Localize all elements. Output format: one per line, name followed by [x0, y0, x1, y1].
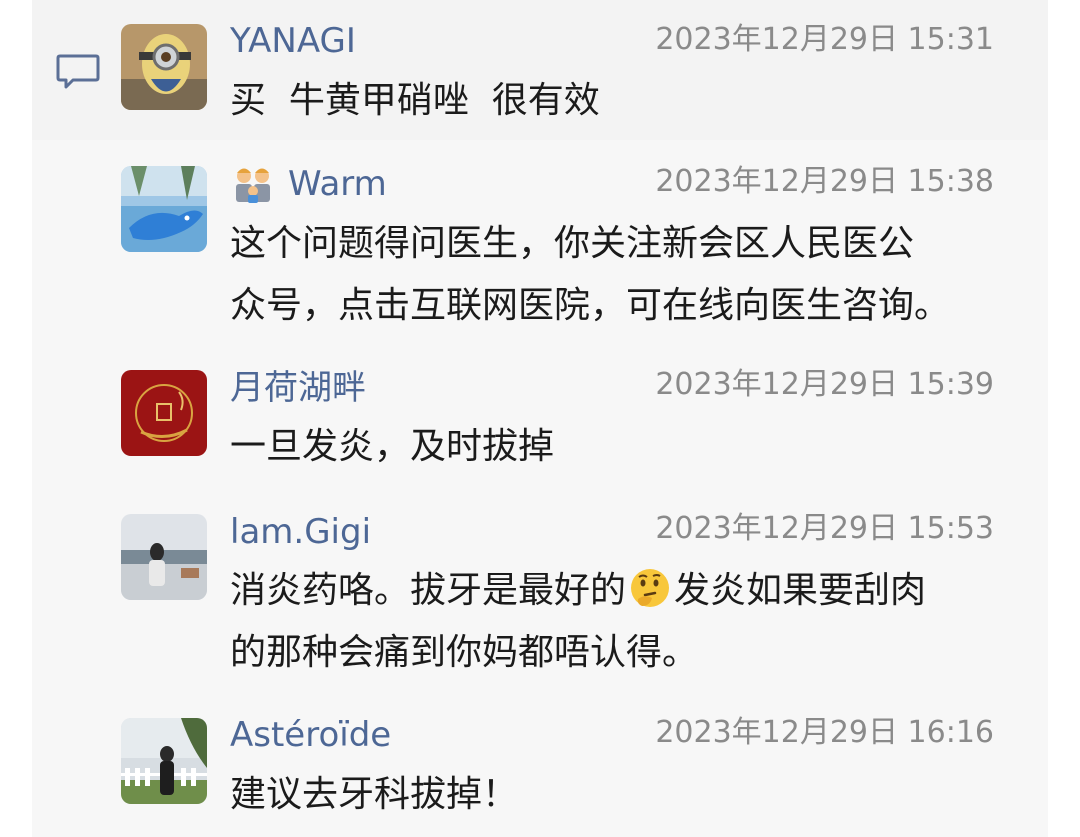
comment-text-line: 消炎药咯。拔牙是最好的 发炎如果要刮肉 [230, 560, 1030, 622]
minion-avatar-image [121, 24, 207, 110]
username[interactable]: Warm [288, 164, 387, 204]
avatar[interactable] [121, 370, 207, 456]
comment-text-line: 众号，点击互联网医院，可在线向医生咨询。 [230, 285, 951, 326]
comment-text-segment: 消炎药咯。拔牙是最好的 [230, 570, 627, 611]
comment-text: 买 牛黄甲硝唑 很有效 [230, 80, 600, 121]
timestamp: 2023年12月29日 15:39 [655, 367, 994, 402]
avatar[interactable] [121, 24, 207, 110]
couple-emoji-icon [236, 168, 270, 203]
thinking-face-emoji [631, 569, 670, 607]
comment-bubble-icon[interactable] [55, 52, 101, 92]
comment-text: 建议去牙科拔掉！ [230, 774, 519, 815]
comment-text-line: 的那种会痛到你妈都唔认得。 [230, 632, 699, 673]
lake-view-avatar-image [121, 514, 207, 600]
username[interactable]: YANAGI [230, 21, 356, 61]
username[interactable]: lam.Gigi [230, 512, 371, 552]
garden-fence-avatar-image [121, 718, 207, 804]
dolphin-pool-avatar-image [121, 166, 207, 252]
comment-text-line: 这个问题得问医生，你关注新会区人民医公 [230, 223, 915, 264]
comment-text: 一旦发炎，及时拔掉 [230, 426, 555, 467]
comment-text-segment: 发炎如果要刮肉 [674, 570, 927, 611]
avatar[interactable] [121, 166, 207, 252]
red-seal-avatar-image [121, 370, 207, 456]
avatar[interactable] [121, 514, 207, 600]
timestamp: 2023年12月29日 16:16 [655, 715, 994, 750]
timestamp: 2023年12月29日 15:53 [655, 511, 994, 546]
username[interactable]: Astéroïde [230, 715, 391, 755]
avatar[interactable] [121, 718, 207, 804]
timestamp: 2023年12月29日 15:31 [655, 22, 994, 57]
username[interactable]: 月荷湖畔 [230, 368, 366, 408]
timestamp: 2023年12月29日 15:38 [655, 164, 994, 199]
